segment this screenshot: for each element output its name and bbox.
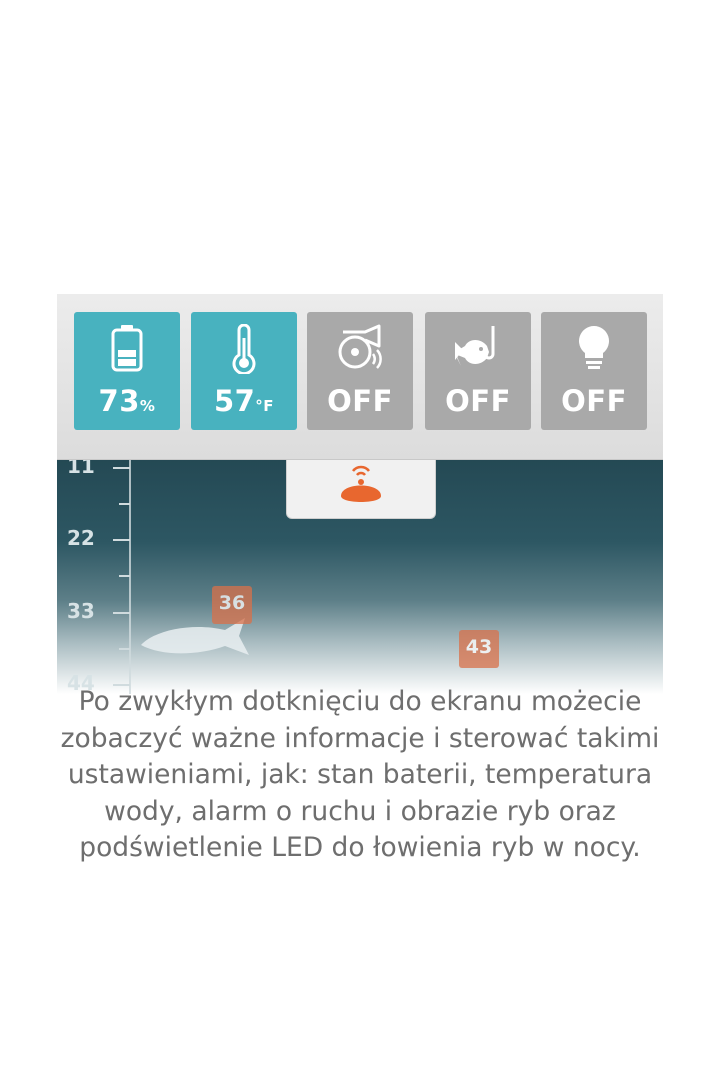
alarm-bell-icon <box>338 324 382 369</box>
light-bulb-icon <box>579 326 609 369</box>
temperature-value: 57°F <box>213 384 275 418</box>
led-light-value: OFF <box>561 384 627 418</box>
depth-label: 22 <box>67 526 95 550</box>
app-screen: 11 22 33 44 36 43 73% 57°F OFF OFF OFF <box>57 294 663 694</box>
battery-icon <box>111 325 143 372</box>
led-light-tile[interactable]: OFF <box>541 312 647 430</box>
fish-depth-badge[interactable]: 43 <box>459 630 499 668</box>
alarm-tile[interactable]: OFF <box>307 312 413 430</box>
fish-alarm-tile[interactable]: OFF <box>425 312 531 430</box>
battery-value: 73% <box>98 384 156 418</box>
description-caption: Po zwykłym dotknięciu do ekranu możecie … <box>60 686 660 863</box>
temperature-tile[interactable]: 57°F <box>191 312 297 430</box>
fish-depth-badge[interactable]: 36 <box>212 586 252 624</box>
fish-hook-icon <box>455 326 495 366</box>
alarm-value: OFF <box>327 384 393 418</box>
status-toolbar: 73% 57°F OFF OFF OFF <box>57 294 663 460</box>
sonar-device-icon <box>341 465 381 502</box>
battery-tile[interactable]: 73% <box>74 312 180 430</box>
thermometer-icon <box>232 324 256 374</box>
depth-label: 33 <box>67 599 95 623</box>
sonar-device-tab[interactable] <box>286 460 436 519</box>
fish-alarm-value: OFF <box>445 384 511 418</box>
